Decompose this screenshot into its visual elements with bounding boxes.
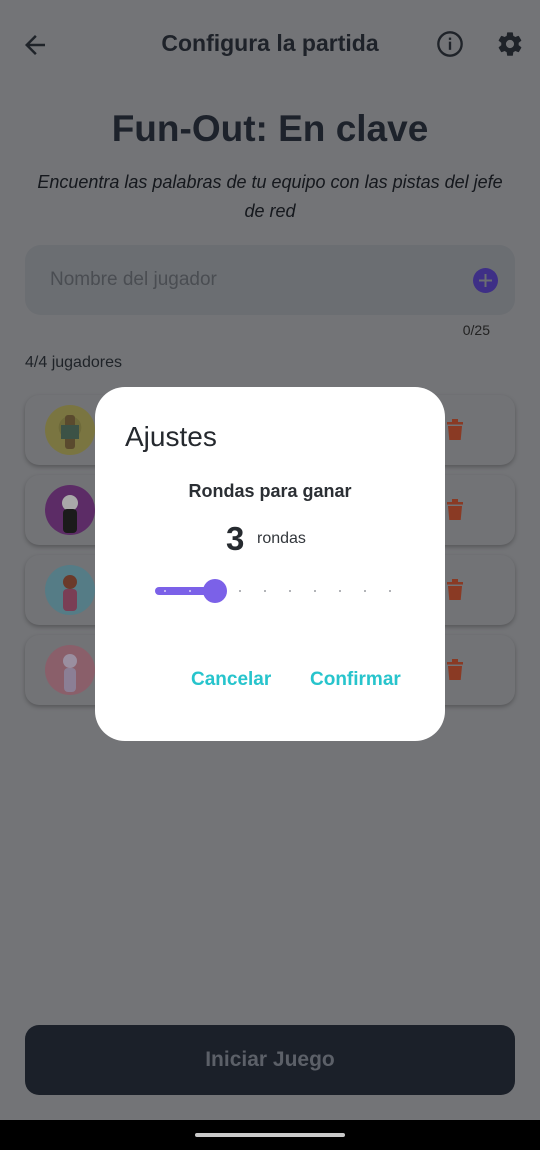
avatar bbox=[45, 485, 95, 535]
slider-tick bbox=[364, 590, 366, 592]
add-circle-icon[interactable] bbox=[473, 268, 498, 293]
start-game-button[interactable]: Iniciar Juego bbox=[25, 1025, 515, 1095]
info-icon[interactable] bbox=[436, 30, 464, 58]
trash-icon[interactable] bbox=[445, 497, 465, 521]
slider-thumb[interactable] bbox=[203, 579, 227, 603]
char-counter: 0/25 bbox=[462, 322, 490, 338]
settings-dialog: Ajustes Rondas para ganar 3 rondas Cance… bbox=[95, 387, 445, 741]
slider-tick bbox=[289, 590, 291, 592]
slider-tick bbox=[339, 590, 341, 592]
cancel-button[interactable]: Cancelar bbox=[191, 669, 271, 691]
slider-tick bbox=[239, 590, 241, 592]
app-bar: Configura la partida bbox=[0, 20, 540, 68]
game-title: Fun-Out: En clave bbox=[111, 108, 429, 149]
system-nav-bar bbox=[0, 1120, 540, 1150]
rounds-slider[interactable] bbox=[153, 577, 391, 605]
player-name-input[interactable]: Nombre del jugador bbox=[25, 245, 515, 315]
avatar bbox=[45, 565, 95, 615]
gear-icon[interactable] bbox=[496, 30, 524, 58]
slider-tick bbox=[314, 590, 316, 592]
home-handle[interactable] bbox=[195, 1133, 345, 1137]
rounds-unit: rondas bbox=[257, 530, 306, 547]
avatar bbox=[45, 645, 95, 695]
slider-tick bbox=[189, 590, 191, 592]
rounds-value: 3 bbox=[226, 520, 245, 557]
game-subtitle: Encuentra las palabras de tu equipo con … bbox=[37, 172, 503, 221]
players-count: 4/4 jugadores bbox=[25, 354, 122, 371]
slider-tick bbox=[264, 590, 266, 592]
slider-tick bbox=[164, 590, 166, 592]
player-name-placeholder: Nombre del jugador bbox=[50, 269, 217, 290]
trash-icon[interactable] bbox=[445, 577, 465, 601]
trash-icon[interactable] bbox=[445, 657, 465, 681]
rounds-label: Rondas para ganar bbox=[188, 481, 352, 501]
slider-tick bbox=[389, 590, 391, 592]
dialog-title: Ajustes bbox=[125, 421, 217, 452]
confirm-button[interactable]: Confirmar bbox=[310, 669, 401, 691]
trash-icon[interactable] bbox=[445, 417, 465, 441]
avatar bbox=[45, 405, 95, 455]
